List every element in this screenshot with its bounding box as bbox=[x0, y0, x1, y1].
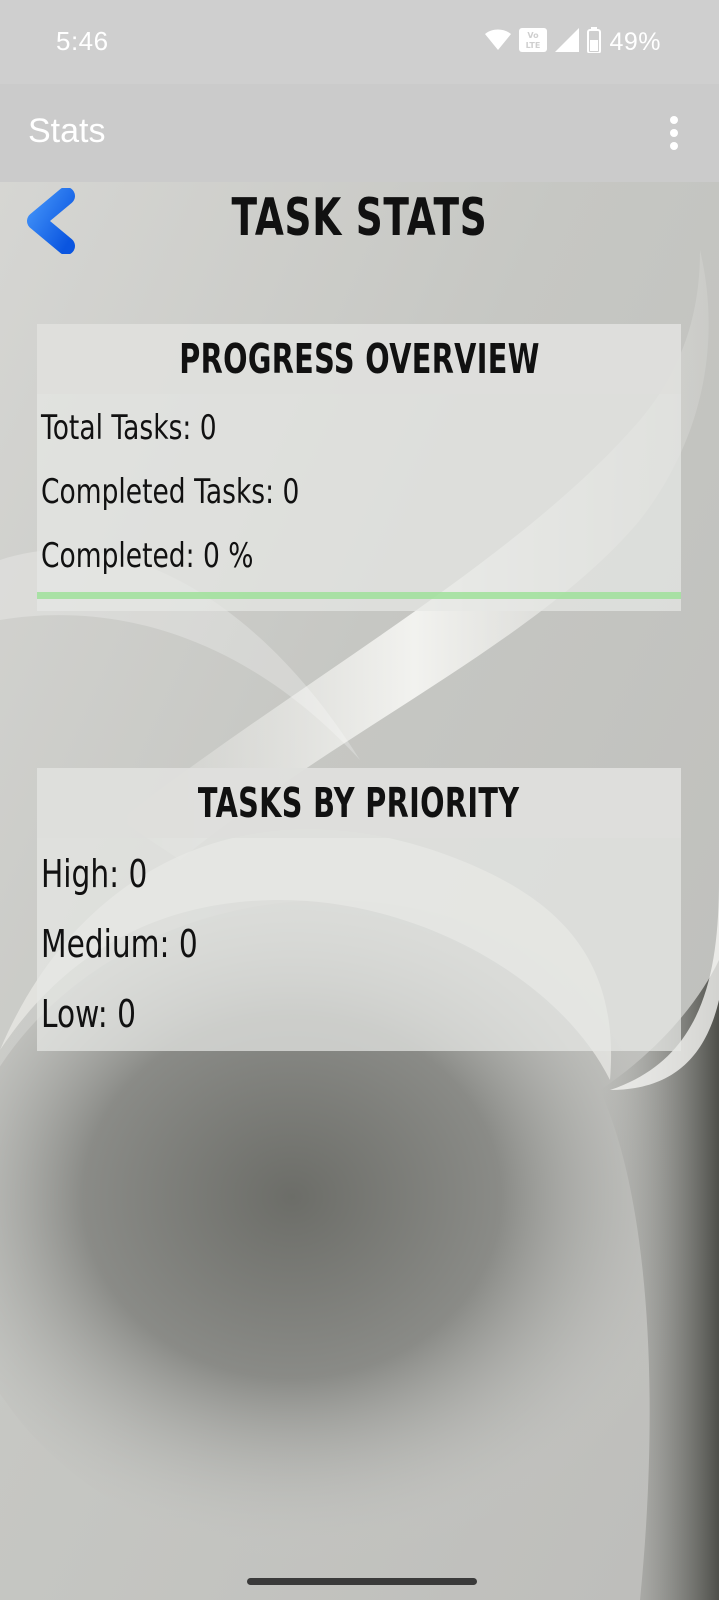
home-indicator[interactable] bbox=[247, 1578, 477, 1585]
back-button[interactable] bbox=[22, 187, 78, 255]
tasks-by-priority-title: TASKS BY PRIORITY bbox=[198, 779, 520, 827]
svg-text:LTE: LTE bbox=[526, 41, 541, 50]
more-vert-icon[interactable] bbox=[667, 116, 681, 150]
status-bar: 5:46 Vo LTE 49% bbox=[0, 0, 719, 84]
page-title: TASK STATS bbox=[231, 188, 488, 248]
status-icons: Vo LTE 49% bbox=[485, 26, 661, 58]
card-header: TASKS BY PRIORITY bbox=[37, 768, 681, 838]
completed-percent-label: Completed: 0 % bbox=[41, 536, 254, 576]
progress-bar bbox=[37, 592, 681, 599]
status-time: 5:46 bbox=[56, 26, 109, 56]
progress-overview-title: PROGRESS OVERVIEW bbox=[178, 335, 540, 383]
medium-priority-label: Medium: 0 bbox=[41, 922, 198, 966]
svg-text:Vo: Vo bbox=[528, 31, 540, 40]
app-bar-title: Stats bbox=[28, 112, 106, 150]
progress-overview-card: PROGRESS OVERVIEW Total Tasks: 0 Complet… bbox=[37, 324, 681, 611]
completed-tasks-label: Completed Tasks: 0 bbox=[41, 472, 300, 512]
card-header: PROGRESS OVERVIEW bbox=[37, 324, 681, 394]
chevron-left-icon bbox=[27, 187, 75, 255]
battery-icon bbox=[587, 26, 602, 58]
signal-icon bbox=[555, 27, 580, 57]
tasks-by-priority-card: TASKS BY PRIORITY High: 0 Medium: 0 Low:… bbox=[37, 768, 681, 1051]
volte-icon: Vo LTE bbox=[519, 27, 548, 57]
battery-percent: 49% bbox=[609, 27, 661, 56]
total-tasks-label: Total Tasks: 0 bbox=[41, 408, 217, 448]
high-priority-label: High: 0 bbox=[41, 852, 148, 896]
app-bar: Stats bbox=[0, 84, 719, 182]
wifi-icon bbox=[485, 29, 512, 56]
low-priority-label: Low: 0 bbox=[41, 992, 137, 1036]
